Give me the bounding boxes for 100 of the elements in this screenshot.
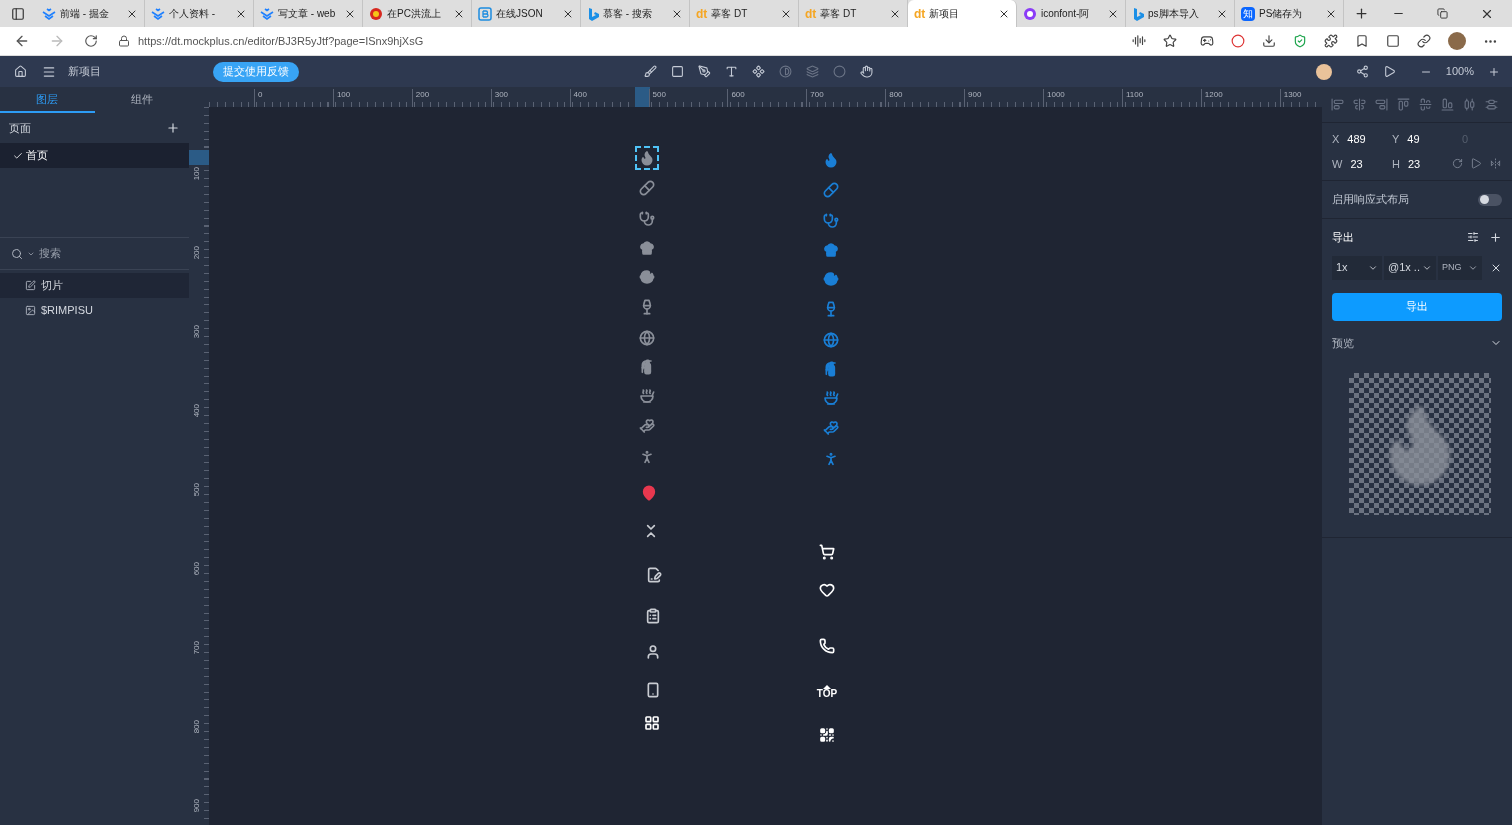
b-logo-icon [587,6,599,21]
align-center-icon[interactable] [1353,98,1366,111]
slice-icon [25,280,36,291]
align-top-icon[interactable] [1397,98,1410,111]
preview-title: 预览 [1332,335,1354,351]
rectangle-tool-icon[interactable] [671,65,684,78]
tab-title: ps脚本导入 [1148,7,1200,21]
ruler-label: 200 [191,246,202,260]
ruler-label: 400 [191,404,202,418]
page-item[interactable]: 首页 [0,143,189,168]
geometry-field[interactable]: 23 [1407,155,1421,172]
align-middle-icon[interactable] [1419,98,1432,111]
pages-title: 页面 [9,120,31,136]
tab-actions-icon[interactable] [11,6,25,21]
zoom-level: 100% [1445,64,1474,80]
format-select[interactable]: PNG [1438,255,1482,280]
back-icon[interactable] [14,33,30,49]
ruler-label: 800 [191,720,202,734]
extension-icon[interactable] [1200,34,1214,48]
distribute-icon[interactable] [1463,98,1476,111]
menu-icon[interactable] [42,64,56,79]
geometry-field[interactable]: 49 [1407,131,1420,148]
responsive-label: 启用响应式布局 [1332,192,1409,208]
emblem-icon [369,6,383,21]
add-icon[interactable] [1489,230,1502,244]
rotate-icon[interactable] [1452,158,1463,170]
image-icon [25,305,36,316]
tab-title: 摹客 DT [711,7,749,21]
responsive-toggle[interactable] [1478,193,1502,206]
tab-logo: 知 [1241,6,1255,21]
favorite-icon[interactable] [1163,34,1177,48]
play-icon[interactable] [1382,65,1396,78]
restore-icon[interactable] [1437,8,1448,19]
project-name: 新项目 [68,64,101,80]
geometry-field[interactable]: 23 [1350,155,1363,172]
field-label: X [1332,132,1340,147]
align-left-icon[interactable] [1331,98,1344,111]
chevron-logo-icon [42,7,56,20]
geometry-field[interactable]: 489 [1347,131,1366,148]
read-aloud-icon[interactable] [1132,34,1146,48]
layer-item[interactable]: $RIMPISU [0,298,189,323]
search-field[interactable]: 搜索 [39,245,159,262]
reload-icon[interactable] [84,34,98,48]
tab-title: 写文章 - web [278,7,337,21]
favorites-icon[interactable] [1355,34,1369,48]
ruler-label: 100 [191,167,202,181]
tab-title: PS储存为 [1259,7,1304,21]
tab-logo: dt [805,7,817,20]
extension-icon[interactable] [1262,34,1276,48]
layer-item[interactable]: 切片 [0,273,189,298]
export-title: 导出 [1332,230,1354,245]
field-label: H [1392,156,1400,172]
profile-avatar[interactable] [1448,32,1466,50]
field-label: Y [1392,132,1400,147]
ruler-label: 700 [191,641,202,655]
ruler-label: 300 [191,325,202,339]
home-icon[interactable] [14,65,27,78]
suffix-select[interactable]: @1x .. [1384,255,1436,280]
user-avatar[interactable] [1315,63,1332,80]
tab-title: 慕客 - 搜索 [603,7,653,21]
align-bottom-icon[interactable] [1441,98,1454,111]
ruler-label: 600 [191,562,202,576]
tab-title: 个人资料 - [169,7,217,21]
component-icon[interactable] [752,65,765,78]
align-right-icon[interactable] [1375,98,1388,111]
ring-logo-icon [1023,6,1037,21]
tab-logo: dt [914,7,926,20]
braces-logo-icon [478,6,492,21]
browser-tab[interactable]: dt 新项目 [908,0,1017,27]
new-tab-icon[interactable] [1354,6,1369,21]
lock-icon [118,35,130,47]
text-tool-icon[interactable] [725,65,738,78]
ruler-label: 500 [191,483,202,497]
mask-icon[interactable] [833,65,846,78]
extension-icon[interactable] [1231,34,1245,48]
contrast-icon[interactable] [779,65,792,78]
distribute-icon[interactable] [1485,98,1498,111]
tab-title: 新项目 [929,7,961,21]
check-icon [13,150,23,161]
tab-title: 前端 - 掘金 [60,7,110,21]
tab-title: 在PC洪流上 [387,7,442,21]
shield-icon[interactable] [1293,34,1307,48]
brush-tool-icon[interactable] [644,65,657,78]
extensions-icon[interactable] [1324,34,1338,48]
tab-title: 摹客 DT [820,7,858,21]
scale-select[interactable]: 1x [1332,255,1382,280]
search-icon [11,247,23,260]
pen-tool-icon[interactable] [698,65,711,78]
field-label: W [1332,156,1343,172]
panel-tab[interactable]: 组件 [94,87,189,113]
collections-icon[interactable] [1386,34,1400,48]
panel-tab[interactable]: 图层 [0,87,95,113]
settings-icon[interactable] [1467,230,1479,243]
chevron-logo-icon [260,7,274,20]
chevron-logo-icon [151,7,165,20]
add-page-icon[interactable] [166,121,180,135]
zoom-in-icon[interactable] [1488,65,1500,78]
ruler-highlight [189,150,209,165]
hand-tool-icon[interactable] [860,65,873,78]
tab-logo: dt [696,7,708,20]
